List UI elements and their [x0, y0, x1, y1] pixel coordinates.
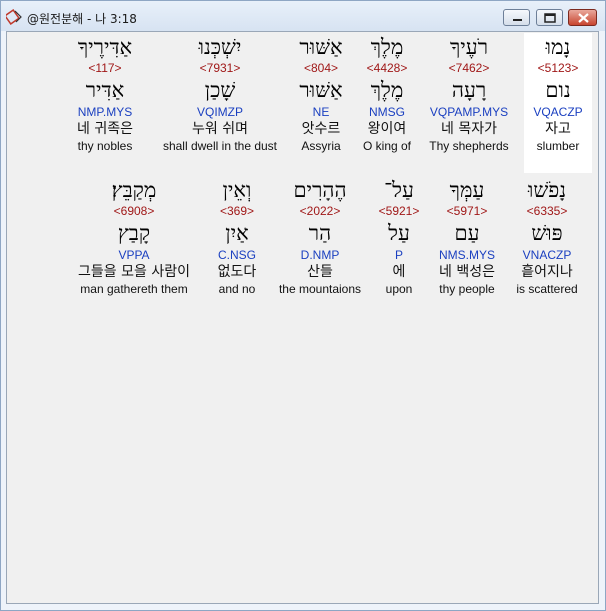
word-cell[interactable]: יִשְׁכְּנוּ <7931> שָׁכַן VQIMZP 누워 쉬며 s…: [155, 33, 285, 154]
strong-number[interactable]: <7462>: [419, 61, 519, 76]
word-cell[interactable]: נָפֹשׁוּ <6335> פּוּשׁ VNACZP 흩어지나 is sc…: [507, 176, 587, 297]
hebrew-word: הֶהָרִים: [293, 178, 347, 202]
hebrew-lemma: שָׁכַן: [204, 78, 236, 102]
parsing-code: NMSG: [369, 105, 405, 119]
hebrew-lemma: פּוּשׁ: [531, 221, 563, 245]
word-cell[interactable]: מֶלֶךְ <4428> מֶלֶךְ NMSG 왕이여 O king of: [355, 33, 419, 154]
strong-number[interactable]: <5921>: [372, 204, 426, 219]
hebrew-lemma: עַל: [388, 221, 410, 245]
hebrew-lemma: הַר: [308, 221, 332, 245]
korean-gloss: 그들을 모을 사람이: [78, 264, 190, 280]
korean-gloss: 없도다: [217, 264, 257, 280]
interlinear-panel: נָמוּ <5123> נום VQACZP 자고 slumber רֹעֶי…: [6, 31, 599, 604]
korean-gloss: 네 백성은: [439, 264, 495, 280]
word-cell[interactable]: אַדִּירֶיךָ <117> אַדִּיר NMP.MYS 네 귀족은 …: [62, 33, 148, 154]
parsing-code: C.NSG: [217, 248, 256, 262]
word-cell[interactable]: הֶהָרִים <2022> הַר D.NMP 산들 the mountai…: [271, 176, 369, 297]
maximize-button[interactable]: [536, 9, 563, 26]
strong-number[interactable]: <2022>: [271, 204, 369, 219]
english-gloss: the mountaions: [278, 282, 362, 296]
hebrew-lemma: מֶלֶךְ: [370, 78, 404, 102]
parsing-code: D.NMP: [300, 248, 340, 262]
korean-gloss: 왕이여: [367, 121, 407, 137]
strong-number[interactable]: <804>: [289, 61, 353, 76]
parsing-code: VNACZP: [522, 248, 572, 262]
korean-gloss: 앗수르: [301, 121, 341, 137]
english-gloss: thy nobles: [77, 139, 133, 153]
hebrew-word: נָמוּ: [545, 35, 571, 59]
hebrew-lemma: אַדִּיר: [85, 78, 125, 102]
strong-number[interactable]: <5971>: [427, 204, 507, 219]
english-gloss: shall dwell in the dust: [162, 139, 278, 153]
parsing-code: P: [394, 248, 403, 262]
english-gloss: slumber: [536, 139, 580, 153]
hebrew-word: יִשְׁכְּנוּ: [198, 35, 242, 59]
word-cell[interactable]: עַל־ <5921> עַל P 에 upon: [372, 176, 426, 297]
english-gloss: is scattered: [516, 282, 578, 296]
parsing-code: NE: [312, 105, 330, 119]
hebrew-lemma: עַם: [454, 221, 480, 245]
english-gloss: upon: [385, 282, 413, 296]
korean-gloss: 자고: [545, 121, 571, 137]
english-gloss: Assyria: [301, 139, 341, 153]
hebrew-word: אַדִּירֶיךָ: [77, 35, 133, 59]
korean-gloss: 누워 쉬며: [192, 121, 248, 137]
word-cell[interactable]: עַמְּךָ <5971> עַם NMS.MYS 네 백성은 thy peo…: [427, 176, 507, 297]
strong-number[interactable]: <5123>: [524, 61, 592, 76]
app-window: @원전분해 - 나 3:18 נָמוּ <5123> נום VQACZP 자…: [0, 0, 606, 611]
hebrew-lemma: רָעָה: [451, 78, 487, 102]
hebrew-lemma: קָבַץ: [117, 221, 151, 245]
korean-gloss: 네 귀족은: [77, 121, 133, 137]
korean-gloss: 산들: [307, 264, 333, 280]
title-bar[interactable]: @원전분해 - 나 3:18: [1, 1, 605, 31]
hebrew-word: עַל־: [384, 178, 414, 202]
word-cell[interactable]: וְאֵין <369> אַיִן C.NSG 없도다 and no: [203, 176, 271, 297]
strong-number[interactable]: <6908>: [67, 204, 201, 219]
korean-gloss: 네 목자가: [441, 121, 497, 137]
korean-gloss: 에: [392, 264, 406, 280]
parsing-code: VQACZP: [533, 105, 583, 119]
hebrew-lemma: אַשּׁוּר: [299, 78, 343, 102]
hebrew-word: מְקַבֵּץ׃: [111, 178, 157, 202]
minimize-button[interactable]: [503, 9, 530, 26]
hebrew-word: וְאֵין: [222, 178, 252, 202]
window-title: @원전분해 - 나 3:18: [27, 12, 137, 26]
app-logo-icon: [3, 8, 22, 26]
hebrew-word: עַמְּךָ: [449, 178, 485, 202]
strong-number[interactable]: <4428>: [355, 61, 419, 76]
english-gloss: and no: [218, 282, 256, 296]
hebrew-word: רֹעֶיךָ: [449, 35, 489, 59]
parsing-code: VPPA: [118, 248, 150, 262]
english-gloss: O king of: [362, 139, 412, 153]
english-gloss: thy people: [439, 282, 495, 296]
hebrew-lemma: נום: [545, 78, 571, 102]
hebrew-word: נָפֹשׁוּ: [527, 178, 567, 202]
english-gloss: Thy shepherds: [429, 139, 509, 153]
korean-gloss: 흩어지나: [521, 264, 573, 280]
strong-number[interactable]: <369>: [203, 204, 271, 219]
parsing-code: VQPAMP.MYS: [429, 105, 509, 119]
word-cell[interactable]: מְקַבֵּץ׃ <6908> קָבַץ VPPA 그들을 모을 사람이 m…: [67, 176, 201, 297]
close-button[interactable]: [568, 9, 597, 26]
word-cell[interactable]: רֹעֶיךָ <7462> רָעָה VQPAMP.MYS 네 목자가 Th…: [419, 33, 519, 154]
english-gloss: man gathereth them: [80, 282, 188, 296]
parsing-code: NMP.MYS: [77, 105, 133, 119]
word-cell[interactable]: נָמוּ <5123> נום VQACZP 자고 slumber: [524, 33, 592, 173]
parsing-code: NMS.MYS: [438, 248, 495, 262]
word-cell[interactable]: אַשּׁוּר <804> אַשּׁוּר NE 앗수르 Assyria: [289, 33, 353, 154]
hebrew-word: מֶלֶךְ: [370, 35, 404, 59]
strong-number[interactable]: <6335>: [507, 204, 587, 219]
parsing-code: VQIMZP: [196, 105, 243, 119]
strong-number[interactable]: <117>: [62, 61, 148, 76]
hebrew-lemma: אַיִן: [225, 221, 249, 245]
hebrew-word: אַשּׁוּר: [299, 35, 343, 59]
strong-number[interactable]: <7931>: [155, 61, 285, 76]
